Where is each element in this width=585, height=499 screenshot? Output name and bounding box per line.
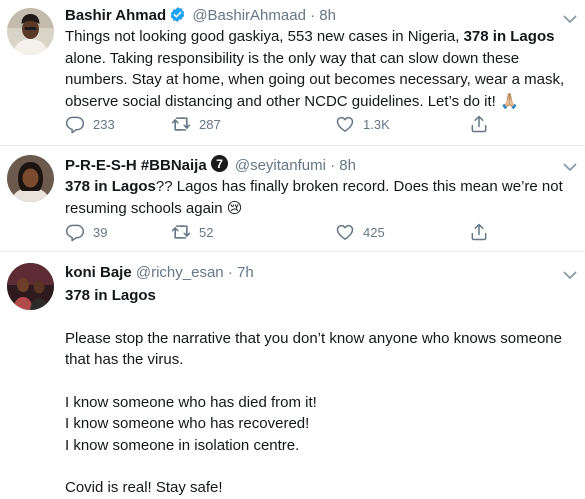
retweet-icon (171, 114, 191, 134)
avatar[interactable] (7, 8, 54, 55)
separator: · (330, 157, 336, 174)
timestamp[interactable]: 7h (237, 264, 254, 281)
share-icon (469, 222, 489, 242)
reply-count: 39 (93, 224, 108, 240)
like-button[interactable]: 1.3K (335, 113, 390, 135)
tweet-text-line: I know someone who has recovered! (65, 415, 310, 432)
retweet-button[interactable]: 287 (171, 113, 221, 135)
tweet-text-line: I know someone in isolation centre. (65, 436, 300, 454)
like-count: 425 (363, 224, 385, 240)
chevron-down-icon[interactable] (563, 270, 577, 280)
reply-icon (65, 222, 85, 242)
author-name[interactable]: Bashir Ahmad (65, 7, 166, 24)
share-button[interactable] (469, 221, 489, 243)
tweet-text-bold: 378 in Lagos (65, 178, 156, 195)
timestamp[interactable]: 8h (319, 7, 336, 24)
author-handle[interactable]: @BashirAhmaad (192, 7, 306, 24)
avatar[interactable] (7, 263, 54, 310)
chevron-down-icon[interactable] (563, 14, 577, 24)
like-button[interactable]: 425 (335, 221, 385, 243)
reply-count: 233 (93, 116, 115, 132)
reply-button[interactable]: 39 (65, 221, 107, 243)
timestamp[interactable]: 8h (339, 157, 356, 174)
tweet-text: 378 in Lagos Please stop the narrative t… (65, 285, 571, 499)
tweet-text-bold: 378 in Lagos (65, 287, 156, 304)
tweet-text-line: I know someone who has died from it! (65, 393, 317, 411)
heart-icon (335, 222, 355, 242)
separator: · (310, 7, 316, 24)
tweet-actions: 39 52 425 (65, 221, 505, 243)
badge-number: 7 (216, 157, 223, 171)
tweet-actions: 233 287 1.3K (65, 113, 505, 135)
separator: · (227, 264, 233, 281)
tweet[interactable]: koni Baje @richy_esan · 7h 378 in Lagos … (0, 252, 585, 496)
tweet-text-bold: 378 in Lagos (463, 28, 555, 45)
share-button[interactable] (469, 113, 489, 135)
tweet-text-part: Things not looking good gaskiya, 553 new… (65, 28, 464, 45)
chevron-down-icon[interactable] (563, 162, 577, 172)
reply-icon (65, 114, 85, 134)
reply-button[interactable]: 233 (65, 113, 115, 135)
retweet-count: 52 (199, 224, 214, 240)
tweet[interactable]: Bashir Ahmad @BashirAhmaad · 8h Things n… (0, 0, 585, 146)
author-handle[interactable]: @richy_esan (136, 264, 224, 281)
like-count: 1.3K (363, 116, 390, 132)
author-name[interactable]: P-R-E-S-H #BBNaija (65, 157, 207, 174)
retweet-count: 287 (199, 116, 221, 132)
retweet-icon (171, 222, 191, 242)
heart-icon (335, 114, 355, 134)
tweet-text-line: Please stop the narrative that you don’t… (65, 329, 562, 369)
retweet-button[interactable]: 52 (171, 221, 213, 243)
author-name[interactable]: koni Baje (65, 264, 132, 281)
share-icon (469, 114, 489, 134)
tweet-text: Things not looking good gaskiya, 553 new… (65, 26, 571, 112)
tweet-text: 378 in Lagos?? Lagos has finally broken … (65, 176, 571, 219)
tweet-header: koni Baje @richy_esan · 7h (65, 263, 575, 283)
tweet[interactable]: P-R-E-S-H #BBNaija 7 @seyitanfumi · 8h 37… (0, 146, 585, 252)
tweet-text-part: alone. Taking responsibility is the only… (65, 49, 565, 110)
author-handle[interactable]: @seyitanfumi (235, 157, 326, 174)
tweet-text-line: Covid is real! Stay safe! (65, 479, 223, 496)
avatar[interactable] (7, 155, 54, 202)
